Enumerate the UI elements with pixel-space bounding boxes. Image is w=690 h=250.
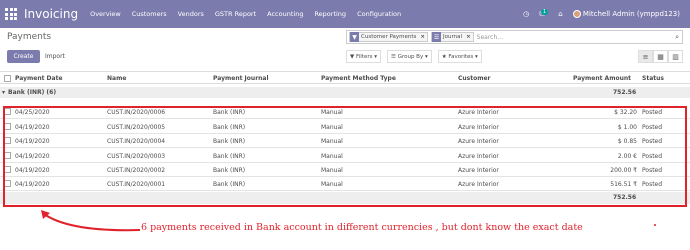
annotation-arrow (41, 210, 141, 232)
annotation-dot (654, 224, 656, 226)
annotation-text: 6 payments received in Bank account in d… (141, 222, 583, 233)
